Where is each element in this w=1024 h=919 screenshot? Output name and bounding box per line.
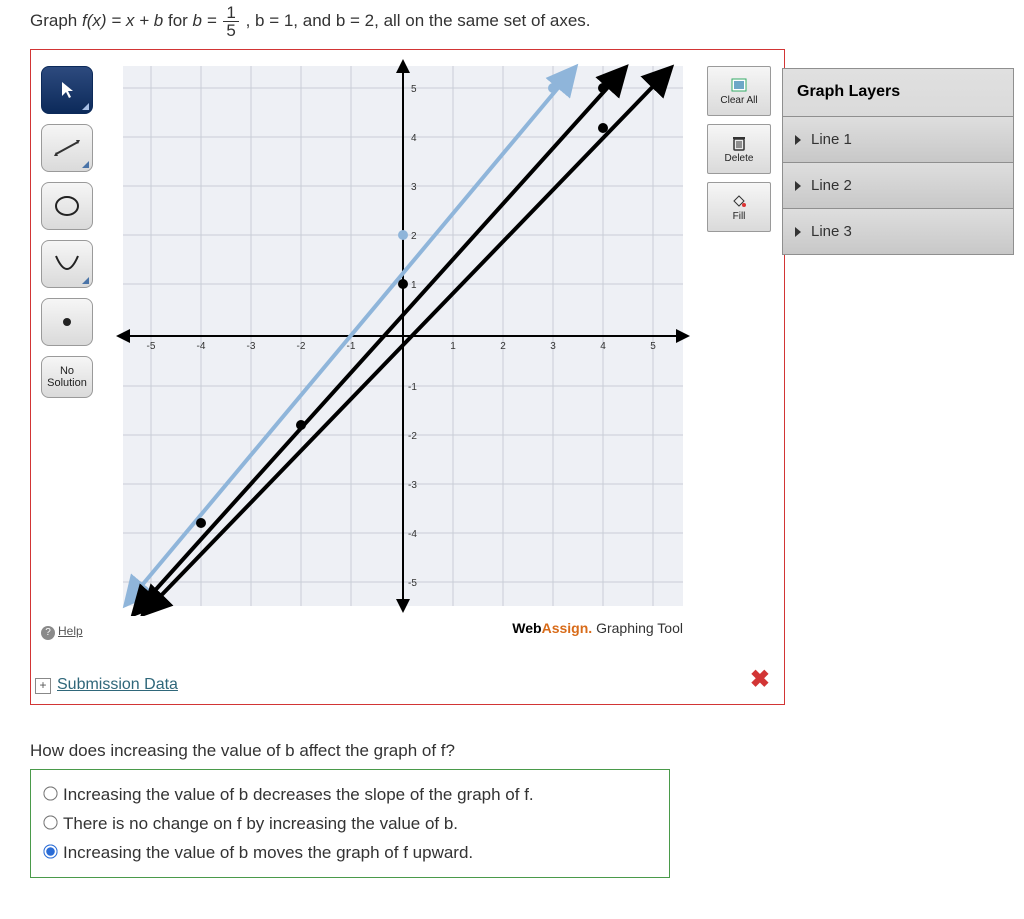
help-link[interactable]: ?Help xyxy=(41,624,83,640)
svg-text:4: 4 xyxy=(600,341,606,352)
clear-all-button[interactable]: Clear All xyxy=(707,66,771,116)
svg-text:2: 2 xyxy=(411,231,417,242)
trash-icon xyxy=(729,135,749,151)
submission-data-link[interactable]: + Submission Data xyxy=(31,654,784,704)
mc-option-0[interactable]: Increasing the value of b decreases the … xyxy=(39,784,661,805)
graph-layers-panel: Graph Layers Line 1 Line 2 Line 3 xyxy=(782,68,1014,255)
mc-option-1[interactable]: There is no change on f by increasing th… xyxy=(39,813,661,834)
t: Fill xyxy=(733,211,746,222)
layers-title: Graph Layers xyxy=(783,69,1013,117)
line-icon xyxy=(52,138,82,158)
t: b = xyxy=(193,11,222,30)
svg-text:5: 5 xyxy=(411,84,417,95)
chevron-right-icon xyxy=(795,135,801,145)
t: Solution xyxy=(47,377,87,389)
svg-text:4: 4 xyxy=(411,133,417,144)
t: Line 1 xyxy=(811,131,852,148)
no-solution-tool[interactable]: No Solution xyxy=(41,356,93,398)
svg-text:-2: -2 xyxy=(408,431,417,442)
t: Web xyxy=(512,620,541,636)
svg-text:-1: -1 xyxy=(408,382,417,393)
svg-text:-3: -3 xyxy=(408,480,417,491)
radio-2[interactable] xyxy=(43,844,57,858)
t: Graph xyxy=(30,11,82,30)
help-icon: ? xyxy=(41,626,55,640)
radio-1[interactable] xyxy=(43,815,57,829)
svg-text:1: 1 xyxy=(450,341,456,352)
graph-container: No Solution xyxy=(30,49,785,705)
t: Delete xyxy=(725,153,754,164)
svg-text:5: 5 xyxy=(650,341,656,352)
num: 1 xyxy=(223,4,238,22)
t: Assign. xyxy=(542,620,593,636)
t: No xyxy=(60,365,74,377)
circle-icon xyxy=(53,194,81,218)
pointer-tool[interactable] xyxy=(41,66,93,114)
mc-question: How does increasing the value of b affec… xyxy=(30,741,1010,761)
t: There is no change on f by increasing th… xyxy=(63,814,458,833)
t: Line 2 xyxy=(811,177,852,194)
svg-text:1: 1 xyxy=(411,280,417,291)
line-tool[interactable] xyxy=(41,124,93,172)
incorrect-icon: ✖ xyxy=(750,665,770,694)
question-prompt: Graph f(x) = x + b for b = 1 5 , b = 1, … xyxy=(30,4,1010,39)
t: Increasing the value of b moves the grap… xyxy=(63,843,473,862)
tool-column: No Solution xyxy=(41,66,99,408)
t: for xyxy=(168,11,193,30)
svg-text:-4: -4 xyxy=(197,341,206,352)
t: Clear All xyxy=(720,95,757,106)
clear-icon xyxy=(729,77,749,93)
layer-item-2[interactable]: Line 2 xyxy=(783,163,1013,209)
point-icon xyxy=(59,314,75,330)
graph-canvas[interactable]: -5 -4 -3 -2 -1 1 2 3 4 5 5 4 3 2 1 -1 -2 -3 -4 -5 xyxy=(105,56,701,648)
radio-0[interactable] xyxy=(43,786,57,800)
svg-text:-5: -5 xyxy=(408,578,417,589)
parabola-tool[interactable] xyxy=(41,240,93,288)
help-label: Help xyxy=(58,624,83,638)
chevron-right-icon xyxy=(795,181,801,191)
fx: f(x) = x + b xyxy=(82,11,163,30)
svg-text:-1: -1 xyxy=(347,341,356,352)
t: Increasing the value of b decreases the … xyxy=(63,785,534,804)
parabola-icon xyxy=(52,252,82,276)
t: Graphing Tool xyxy=(592,620,683,636)
svg-text:-3: -3 xyxy=(247,341,256,352)
mc-options: Increasing the value of b decreases the … xyxy=(30,769,670,878)
svg-text:3: 3 xyxy=(550,341,556,352)
t: Line 3 xyxy=(811,223,852,240)
circle-tool[interactable] xyxy=(41,182,93,230)
point-tool[interactable] xyxy=(41,298,93,346)
layer-item-3[interactable]: Line 3 xyxy=(783,209,1013,254)
fill-button[interactable]: Fill xyxy=(707,182,771,232)
delete-button[interactable]: Delete xyxy=(707,124,771,174)
fill-icon xyxy=(729,193,749,209)
pointer-icon xyxy=(59,81,75,99)
svg-text:2: 2 xyxy=(500,341,506,352)
mc-option-2[interactable]: Increasing the value of b moves the grap… xyxy=(39,842,661,863)
den: 5 xyxy=(223,22,238,39)
graph-brand: WebAssign. Graphing Tool xyxy=(105,616,701,648)
svg-text:-5: -5 xyxy=(147,341,156,352)
submission-label: Submission Data xyxy=(57,676,178,693)
chevron-right-icon xyxy=(795,227,801,237)
svg-text:-4: -4 xyxy=(408,529,417,540)
svg-text:-2: -2 xyxy=(297,341,306,352)
action-column: Clear All Delete Fill xyxy=(707,66,775,240)
svg-text:3: 3 xyxy=(411,182,417,193)
t: , b = 1, and b = 2, all on the same set … xyxy=(246,11,591,30)
fraction: 1 5 xyxy=(223,4,238,39)
layer-item-1[interactable]: Line 1 xyxy=(783,117,1013,163)
expand-icon: + xyxy=(35,678,51,694)
